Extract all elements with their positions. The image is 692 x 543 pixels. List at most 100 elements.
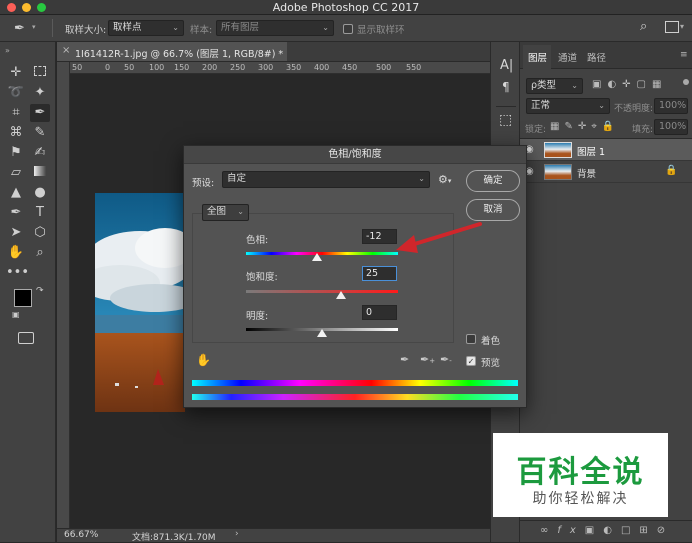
chevron-down-icon: ⌄ bbox=[322, 23, 329, 32]
ruler-number: 150 bbox=[174, 63, 190, 72]
ruler-number: 500 bbox=[376, 63, 392, 72]
kind-filter-value: ρ类型 bbox=[531, 80, 557, 91]
saturation-label: 饱和度: bbox=[246, 272, 278, 283]
chevron-down-icon[interactable]: ▾ bbox=[680, 22, 684, 31]
paragraph-panel-icon[interactable]: ¶ bbox=[502, 80, 510, 94]
blend-mode-select[interactable]: 正常 ⌄ bbox=[526, 98, 610, 114]
opacity-field[interactable]: 100% bbox=[654, 98, 688, 114]
history-brush-tool-icon[interactable]: ✍ bbox=[30, 144, 50, 162]
pen-tool-icon[interactable]: ✒ bbox=[6, 204, 26, 222]
ruler-number: 300 bbox=[258, 63, 274, 72]
zoom-window-button[interactable] bbox=[37, 3, 46, 12]
tab-channels[interactable]: 通道 bbox=[558, 50, 577, 64]
foreground-color-swatch[interactable] bbox=[14, 289, 32, 307]
tab-layers[interactable]: 图层 bbox=[528, 50, 547, 64]
fill-field[interactable]: 100% bbox=[654, 119, 688, 135]
info-menu-icon[interactable]: › bbox=[235, 529, 239, 539]
blur-tool-icon[interactable]: ▲ bbox=[6, 184, 26, 202]
lightness-slider-thumb[interactable] bbox=[317, 329, 327, 337]
eyedropper-tool-icon[interactable]: ✒ bbox=[30, 104, 50, 122]
lock-icons[interactable]: ▦✎✛⌖🔒 bbox=[550, 121, 619, 132]
close-tab-icon[interactable]: × bbox=[62, 45, 70, 56]
saturation-slider-thumb[interactable] bbox=[336, 291, 346, 299]
layer-footer-icons[interactable]: ∞fx▣◐□⊞⊘ bbox=[540, 525, 674, 536]
colorize-checkbox[interactable] bbox=[466, 334, 476, 344]
path-select-tool-icon[interactable]: ➤ bbox=[6, 224, 26, 242]
preset-options-gear-icon[interactable]: ⚙▾ bbox=[438, 173, 451, 186]
workspace-icon[interactable] bbox=[665, 21, 679, 33]
ok-button[interactable]: 确定 bbox=[466, 170, 520, 192]
preset-label: 预设: bbox=[192, 178, 215, 189]
gradient-tool-icon[interactable] bbox=[30, 164, 50, 182]
ruler-number: 200 bbox=[202, 63, 218, 72]
eyedropper-tool-icon[interactable]: ✒ bbox=[14, 21, 25, 36]
zoom-level[interactable]: 66.67% bbox=[64, 530, 98, 540]
brush-tool-icon[interactable]: ✎ bbox=[30, 124, 50, 142]
eyedropper-icon[interactable]: ✒ bbox=[400, 353, 409, 366]
window-title: Adobe Photoshop CC 2017 bbox=[272, 1, 420, 14]
tool-preset-caret-icon[interactable]: ▾ bbox=[32, 23, 36, 31]
eraser-tool-icon[interactable]: ▱ bbox=[6, 164, 26, 182]
separator bbox=[52, 19, 53, 37]
lightness-input[interactable]: 0 bbox=[362, 305, 397, 320]
dodge-tool-icon[interactable]: ● bbox=[30, 184, 50, 202]
sample-select[interactable]: 所有图层 ⌄ bbox=[216, 20, 334, 36]
ruler-number: 250 bbox=[230, 63, 246, 72]
sample-size-label: 取样大小: bbox=[65, 25, 107, 36]
chevron-down-icon: ⌄ bbox=[418, 174, 425, 183]
panel-menu-icon[interactable]: ≡ bbox=[680, 50, 688, 60]
channel-value: 全图 bbox=[207, 206, 227, 217]
eyedropper-plus-icon[interactable]: ✒+ bbox=[420, 353, 435, 366]
character-panel-icon[interactable]: A| bbox=[500, 58, 513, 73]
tab-paths[interactable]: 路径 bbox=[587, 50, 606, 64]
channel-select[interactable]: 全图 ⌄ bbox=[202, 204, 249, 221]
fill-label: 填充: bbox=[632, 125, 654, 135]
document-tab[interactable]: × 1I61412R-1.jpg @ 66.7% (图层 1, RGB/8#) … bbox=[57, 42, 287, 62]
watermark-subtitle: 助你轻松解决 bbox=[532, 491, 629, 507]
watermark-title: 百科全说 bbox=[516, 455, 645, 490]
crop-tool-icon[interactable]: ⌗ bbox=[6, 104, 26, 122]
color-bar-before bbox=[192, 380, 518, 386]
marquee-tool-icon[interactable] bbox=[30, 64, 50, 82]
layer-filter-icons[interactable]: ▣◐✛▢▦ bbox=[592, 79, 667, 90]
more-tools-icon[interactable]: ••• bbox=[6, 264, 29, 282]
type-tool-icon[interactable]: T bbox=[30, 204, 50, 222]
eyedropper-minus-icon[interactable]: ✒- bbox=[440, 353, 452, 366]
layer-name: 图层 1 bbox=[577, 147, 606, 158]
target-adjust-hand-icon[interactable]: ✋ bbox=[196, 353, 211, 367]
colorize-label: 着色 bbox=[481, 336, 501, 347]
default-colors-icon[interactable]: ▣ bbox=[12, 310, 20, 319]
document-tab-title: 1I61412R-1.jpg @ 66.7% (图层 1, RGB/8#) * bbox=[75, 49, 284, 60]
preview-checkbox[interactable]: ✓ bbox=[466, 356, 476, 366]
search-icon[interactable]: ⌕ bbox=[640, 19, 647, 34]
saturation-input[interactable]: 25 bbox=[362, 266, 397, 281]
hue-slider-thumb[interactable] bbox=[312, 253, 323, 261]
collapse-icon[interactable]: » bbox=[5, 46, 10, 55]
hand-tool-icon[interactable]: ✋ bbox=[6, 244, 26, 262]
sample-value: 所有图层 bbox=[221, 22, 260, 33]
quick-select-tool-icon[interactable]: ✦ bbox=[30, 84, 50, 102]
clone-stamp-tool-icon[interactable]: ⚑ bbox=[6, 144, 26, 162]
minimize-window-button[interactable] bbox=[22, 3, 31, 12]
swap-colors-icon[interactable]: ↷ bbox=[36, 286, 44, 296]
layers-panel-icon[interactable]: ⬚ bbox=[499, 112, 512, 128]
ruler-number: 350 bbox=[286, 63, 302, 72]
close-window-button[interactable] bbox=[7, 3, 16, 12]
quick-mask-icon[interactable] bbox=[18, 332, 34, 344]
move-tool-icon[interactable]: ✛ bbox=[6, 64, 26, 82]
sample-size-select[interactable]: 取样点 ⌄ bbox=[108, 20, 184, 36]
preset-select[interactable]: 自定 ⌄ bbox=[222, 171, 430, 188]
lasso-tool-icon[interactable]: ➰ bbox=[6, 84, 26, 102]
kind-filter-select[interactable]: ρ类型 ⌄ bbox=[526, 78, 583, 94]
zoom-tool-icon[interactable]: ⌕ bbox=[30, 244, 50, 262]
lock-label: 锁定: bbox=[525, 125, 547, 135]
healing-brush-tool-icon[interactable]: ⌘ bbox=[6, 124, 26, 142]
layer-row-background[interactable]: ◉ 背景 🔒 bbox=[520, 161, 692, 183]
chevron-down-icon: ⌄ bbox=[172, 23, 179, 32]
saturation-slider-track[interactable] bbox=[246, 290, 398, 293]
filter-toggle-icon[interactable] bbox=[683, 79, 689, 85]
shape-tool-icon[interactable]: ⬡ bbox=[30, 224, 50, 242]
show-ring-checkbox[interactable] bbox=[343, 24, 353, 34]
layer-row-layer1[interactable]: ◉ 图层 1 bbox=[520, 139, 692, 161]
sample-label: 样本: bbox=[190, 25, 213, 36]
